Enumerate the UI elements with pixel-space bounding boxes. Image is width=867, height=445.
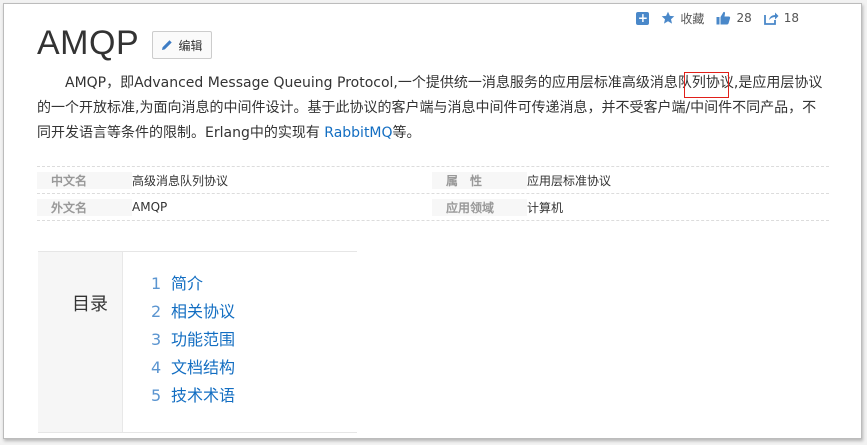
toc-heading-panel: 目录 (38, 252, 123, 432)
toc-item-number: 1 (151, 274, 162, 293)
edit-label: 编辑 (178, 38, 203, 53)
info-value: 计算机 (527, 200, 564, 215)
table-of-contents: 目录 1 简介 2 相关协议 3 功能范围 4 文档结构 5 技术术语 (38, 251, 357, 433)
toc-item-number: 5 (151, 386, 162, 405)
toc-item-label: 相关协议 (171, 302, 236, 321)
share-button[interactable]: 18 (763, 11, 799, 25)
toc-item-label: 功能范围 (171, 330, 236, 349)
edit-button[interactable]: 编辑 (152, 31, 212, 59)
toc-item[interactable]: 3 功能范围 (151, 326, 235, 354)
share-icon (763, 12, 779, 25)
like-count: 28 (736, 11, 752, 25)
toc-heading: 目录 (72, 294, 108, 315)
top-actions: + 收藏 28 18 (636, 8, 799, 28)
highlight-box (684, 72, 729, 98)
toc-item[interactable]: 5 技术术语 (151, 382, 235, 410)
collect-label: 收藏 (680, 11, 705, 26)
thumbs-up-icon (716, 11, 731, 25)
toc-item-number: 3 (151, 330, 162, 349)
collect-button[interactable]: 收藏 (661, 10, 704, 27)
info-value: AMQP (132, 200, 168, 214)
info-key: 中文名 (37, 171, 132, 189)
info-value: 高级消息队列协议 (132, 173, 229, 188)
star-icon (662, 11, 675, 24)
plus-icon: + (636, 10, 650, 25)
toc-item-label: 简介 (171, 274, 204, 293)
info-row: 外文名 AMQP 应用领域 计算机 (37, 194, 829, 221)
like-button[interactable]: 28 (716, 11, 752, 25)
info-box: 中文名 高级消息队列协议 属 性 应用层标准协议 外文名 AMQP 应用领域 计… (37, 166, 829, 221)
article-frame: + 收藏 28 18 AMQP 编辑 AMQP，即Advanced Messag… (3, 3, 862, 439)
info-key: 应用领域 (432, 198, 527, 216)
add-button[interactable]: + (636, 10, 650, 25)
rabbitmq-link[interactable]: RabbitMQ (324, 125, 392, 141)
info-value: 应用层标准协议 (527, 173, 612, 188)
toc-list: 1 简介 2 相关协议 3 功能范围 4 文档结构 5 技术术语 (151, 270, 235, 410)
pencil-icon (162, 40, 173, 50)
share-count: 18 (783, 11, 799, 25)
toc-item[interactable]: 1 简介 (151, 270, 235, 298)
info-key: 外文名 (37, 198, 132, 216)
toc-item-number: 4 (151, 358, 162, 377)
toc-item-number: 2 (151, 302, 162, 321)
toc-item[interactable]: 4 文档结构 (151, 354, 235, 382)
info-key: 属 性 (432, 171, 527, 189)
intro-text-end: 等。 (392, 125, 421, 141)
page-title: AMQP (37, 24, 140, 62)
info-row: 中文名 高级消息队列协议 属 性 应用层标准协议 (37, 166, 829, 194)
toc-item[interactable]: 2 相关协议 (151, 298, 235, 326)
toc-item-label: 技术术语 (171, 386, 236, 405)
toc-item-label: 文档结构 (171, 358, 236, 377)
